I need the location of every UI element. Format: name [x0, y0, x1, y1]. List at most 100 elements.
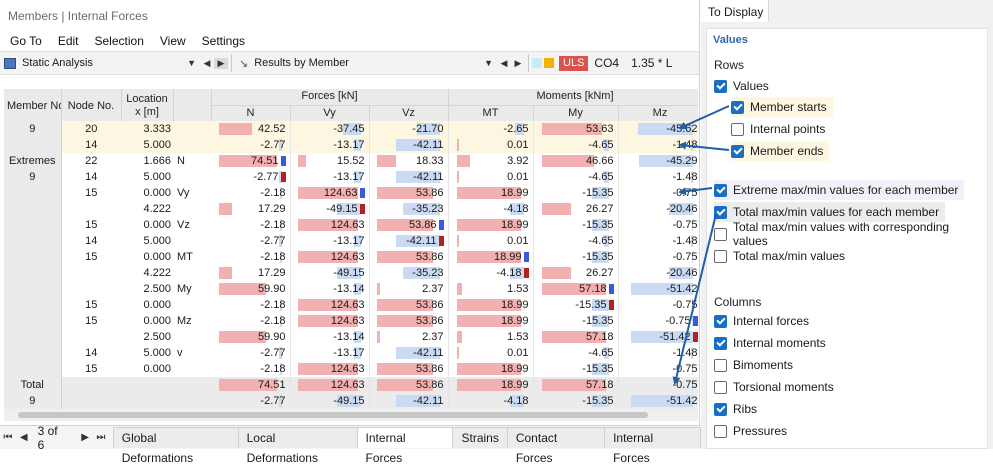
cell-vz: -35.23: [369, 201, 449, 217]
checkbox-bimoments[interactable]: [714, 358, 727, 372]
cell-value: -20.46: [666, 266, 698, 279]
table-row[interactable]: 14 5.000 v -2.77 -13.17 -42.11 0.01 -4.65 -1.48: [4, 345, 698, 361]
option-total-values-label: Total max/min values: [733, 249, 846, 263]
header-n[interactable]: N: [211, 105, 291, 121]
cell-member: [4, 233, 62, 249]
table-row[interactable]: 4.222 17.29 -49.15 -35.23 -4.18 26.27 -20.46: [4, 265, 698, 281]
table-row[interactable]: 9 -2.77 -49.15 -42.11 -4.18 -15.35 -51.42: [4, 393, 698, 409]
menu-goto[interactable]: Go To: [2, 31, 50, 51]
prev-analysis-button[interactable]: ◀: [200, 58, 214, 69]
prev-result-button[interactable]: ◀: [497, 58, 511, 69]
cell-member: [4, 361, 62, 377]
table-row[interactable]: 4.222 17.29 -49.15 -35.23 -4.18 26.27 -20.46: [4, 201, 698, 217]
checkbox-values[interactable]: [714, 79, 727, 93]
header-mt[interactable]: MT: [448, 105, 534, 121]
cell-value: 3.92: [507, 154, 529, 167]
option-total-corresponding-label: Total max/min values with corresponding …: [733, 220, 950, 248]
table-row[interactable]: 2.500 My 59.90 -13.14 2.37 1.53 57.18 -51.42: [4, 281, 698, 297]
option-internal-points[interactable]: Internal points: [731, 119, 825, 139]
option-member-ends[interactable]: Member ends: [731, 141, 830, 161]
table-row[interactable]: Extremes 22 1.666 N 74.51 15.52 18.33 3.92 46.66…: [4, 153, 698, 169]
checkbox-pressures[interactable]: [714, 424, 727, 438]
checkbox-ribs[interactable]: [714, 402, 727, 416]
next-analysis-button[interactable]: ▶: [214, 57, 228, 69]
table-row[interactable]: 15 0.000 Mz -2.18 124.63 53.86 18.99 -15.35 -0.7…: [4, 313, 698, 329]
last-page-icon[interactable]: ⏭: [93, 432, 109, 443]
cell-extreme-label: [173, 137, 211, 153]
option-internal-moments[interactable]: Internal moments: [714, 333, 826, 353]
table-row[interactable]: 9 14 5.000 -2.77 -13.17 -42.11 0.01 -4.65 -1.48: [4, 169, 698, 185]
results-dropdown[interactable]: ↘ Results by Member ▼: [235, 53, 497, 73]
checkbox-internal-forces[interactable]: [714, 314, 727, 328]
prev-page-icon[interactable]: ◀: [16, 432, 32, 443]
menu-settings[interactable]: Settings: [194, 31, 253, 51]
checkbox-internal-moments[interactable]: [714, 336, 727, 350]
checkbox-total-corresponding[interactable]: [714, 227, 727, 241]
menu-view[interactable]: View: [152, 31, 194, 51]
cell-value: -45.62: [666, 122, 698, 135]
analysis-dropdown[interactable]: Static Analysis ▼: [0, 53, 200, 73]
checkbox-internal-points[interactable]: [731, 122, 744, 136]
next-page-icon[interactable]: ▶: [77, 432, 93, 443]
table-row[interactable]: Total 74.51 124.63 53.86 18.99 57.18 -0.75: [4, 377, 698, 393]
tab-internal-forces[interactable]: Internal Forces: [356, 427, 454, 465]
value-bar: [456, 283, 463, 295]
header-my[interactable]: My: [533, 105, 619, 121]
checkbox-member-starts[interactable]: [731, 100, 744, 114]
menu-selection[interactable]: Selection: [87, 31, 152, 51]
option-extreme-values[interactable]: Extreme max/min values for each member: [714, 180, 965, 200]
table-row[interactable]: 9 20 3.333 42.52 -37.45 -21.70 -2.65 53.63 -45.6…: [4, 121, 698, 137]
tab-contact-forces[interactable]: Contact Forces: [506, 427, 606, 465]
option-total-values[interactable]: Total max/min values: [714, 246, 845, 266]
cell-location: 4.222: [143, 202, 171, 215]
horizontal-scrollbar[interactable]: [4, 409, 698, 421]
checkbox-total-per-member[interactable]: [714, 205, 727, 219]
header-member[interactable]: Member No.: [4, 89, 62, 121]
checkbox-torsional-moments[interactable]: [714, 380, 727, 394]
table-row[interactable]: 15 0.000 -2.18 124.63 53.86 18.99 -15.35 -0.75: [4, 361, 698, 377]
first-page-icon[interactable]: ⏮: [0, 432, 16, 443]
checkbox-total-values[interactable]: [714, 249, 727, 263]
cell-n: -2.18: [211, 217, 291, 233]
table-body: 9 20 3.333 42.52 -37.45 -21.70 -2.65 53.63 -45.6…: [4, 121, 698, 409]
next-result-button[interactable]: ▶: [511, 58, 525, 69]
tab-to-display[interactable]: To Display: [701, 0, 769, 22]
table-row[interactable]: 15 0.000 Vz -2.18 124.63 53.86 18.99 -15.35 -0.7…: [4, 217, 698, 233]
cell-vy: 124.63: [290, 185, 370, 201]
header-vz[interactable]: Vz: [369, 105, 449, 121]
header-location[interactable]: Location x [m]: [121, 89, 174, 121]
menu-edit[interactable]: Edit: [50, 31, 87, 51]
table-row[interactable]: 14 5.000 -2.77 -13.17 -42.11 0.01 -4.65 -1.48: [4, 137, 698, 153]
option-total-corresponding[interactable]: Total max/min values with corresponding …: [714, 220, 987, 248]
table-row[interactable]: 15 0.000 MT -2.18 124.63 53.86 18.99 -15.35 -0.7…: [4, 249, 698, 265]
option-values[interactable]: Values: [714, 76, 769, 96]
cell-extreme-label: MT: [177, 250, 193, 263]
table-row[interactable]: 15 0.000 Vy -2.18 124.63 53.86 18.99 -15.35 -0.7…: [4, 185, 698, 201]
table-row[interactable]: 2.500 59.90 -13.14 2.37 1.53 57.18 -51.42: [4, 329, 698, 345]
option-pressures[interactable]: Pressures: [714, 421, 787, 441]
table-row[interactable]: 14 5.000 -2.77 -13.17 -42.11 0.01 -4.65 -1.48: [4, 233, 698, 249]
header-mz[interactable]: Mz: [618, 105, 698, 121]
tab-internal-forces-2[interactable]: Internal Forces: [604, 427, 702, 465]
tab-local-deformations[interactable]: Local Deformations: [237, 427, 358, 465]
option-total-per-member[interactable]: Total max/min values for each member: [714, 202, 946, 222]
cell-mt: 0.01: [448, 169, 534, 185]
cell-extreme-label: [173, 377, 211, 393]
cell-my: -15.35: [533, 393, 619, 409]
header-vy[interactable]: Vy: [290, 105, 370, 121]
option-member-starts[interactable]: Member starts: [731, 97, 833, 117]
table-row[interactable]: 15 0.000 -2.18 124.63 53.86 18.99 -15.35 -0.75: [4, 297, 698, 313]
checkbox-member-ends[interactable]: [731, 144, 744, 158]
option-bimoments[interactable]: Bimoments: [714, 355, 793, 375]
tab-global-deformations[interactable]: Global Deformations: [112, 427, 239, 465]
header-node[interactable]: Node No.: [61, 89, 122, 121]
option-internal-forces[interactable]: Internal forces: [714, 311, 809, 331]
option-ribs[interactable]: Ribs: [714, 399, 757, 419]
tab-strains[interactable]: Strains: [452, 427, 508, 448]
cell-location: 0.000: [143, 218, 171, 231]
option-torsional-moments[interactable]: Torsional moments: [714, 377, 834, 397]
combo-label[interactable]: CO4: [594, 56, 619, 70]
rows-label: Rows: [714, 58, 745, 72]
checkbox-extreme-values[interactable]: [714, 183, 727, 197]
scrollbar-thumb[interactable]: [18, 412, 648, 418]
